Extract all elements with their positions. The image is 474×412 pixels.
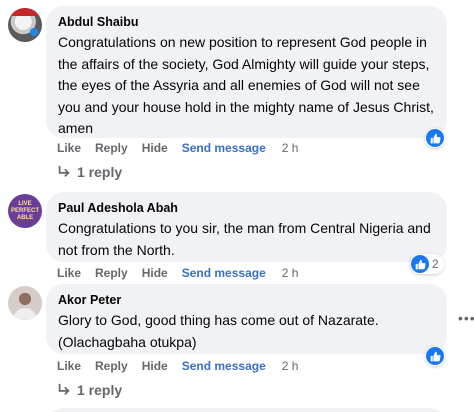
avatar-akor-peter[interactable] xyxy=(8,286,42,320)
send-message-button[interactable]: Send message xyxy=(182,141,266,155)
comment-actions: Like Reply Hide Send message 2 h xyxy=(57,265,312,281)
avatar-decoration xyxy=(8,8,42,16)
reply-button[interactable]: Reply xyxy=(95,266,128,280)
like-button[interactable]: Like xyxy=(57,359,81,373)
timestamp[interactable]: 2 h xyxy=(282,359,299,373)
like-button[interactable]: Like xyxy=(57,141,81,155)
next-comment-bubble xyxy=(46,408,447,412)
thumbs-up-icon xyxy=(426,129,444,147)
thumbs-up-icon xyxy=(426,347,444,365)
reply-button[interactable]: Reply xyxy=(95,359,128,373)
comment-actions: Like Reply Hide Send message 2 h xyxy=(57,140,312,156)
comment-author[interactable]: Akor Peter xyxy=(58,292,435,308)
comment-actions: Like Reply Hide Send message 2 h xyxy=(57,358,312,374)
avatar-decoration xyxy=(30,28,38,36)
avatar-paul-adeshola-abah[interactable]: LIVE PERFECT ABLE xyxy=(8,194,42,228)
comment-text: Glory to God, good thing has come out of… xyxy=(58,312,379,350)
comment-bubble: Paul Adeshola Abah Congratulations to yo… xyxy=(46,192,447,262)
view-replies-button[interactable]: 1 reply xyxy=(57,382,122,398)
comment-bubble: Akor Peter Glory to God, good thing has … xyxy=(46,284,447,354)
timestamp[interactable]: 2 h xyxy=(282,141,299,155)
reply-button[interactable]: Reply xyxy=(95,141,128,155)
reply-arrow-icon xyxy=(58,165,70,177)
reaction-summary[interactable] xyxy=(425,346,445,366)
avatar-text: LIVE PERFECT ABLE xyxy=(10,201,39,221)
hide-button[interactable]: Hide xyxy=(142,141,168,155)
replies-label: 1 reply xyxy=(77,382,123,398)
reaction-summary[interactable] xyxy=(425,128,445,148)
replies-label: 1 reply xyxy=(77,164,123,180)
avatar-abdul-shaibu[interactable] xyxy=(8,8,42,42)
like-button[interactable]: Like xyxy=(57,266,81,280)
comment-text: Congratulations to you sir, the man from… xyxy=(58,220,431,258)
thumbs-up-icon xyxy=(411,255,429,273)
timestamp[interactable]: 2 h xyxy=(282,266,299,280)
comment-text: Congratulations on new position to repre… xyxy=(58,34,434,136)
more-options-icon[interactable]: ••• xyxy=(458,310,474,326)
comment-bubble: Abdul Shaibu Congratulations on new posi… xyxy=(46,6,447,138)
send-message-button[interactable]: Send message xyxy=(182,359,266,373)
send-message-button[interactable]: Send message xyxy=(182,266,266,280)
avatar-decoration xyxy=(13,308,37,320)
hide-button[interactable]: Hide xyxy=(142,359,168,373)
comment-author[interactable]: Abdul Shaibu xyxy=(58,14,435,30)
hide-button[interactable]: Hide xyxy=(142,266,168,280)
comment-author[interactable]: Paul Adeshola Abah xyxy=(58,200,435,216)
reaction-count: 2 xyxy=(432,257,439,271)
reply-arrow-icon xyxy=(58,383,70,395)
reaction-summary[interactable]: 2 xyxy=(410,254,444,274)
view-replies-button[interactable]: 1 reply xyxy=(57,164,122,180)
